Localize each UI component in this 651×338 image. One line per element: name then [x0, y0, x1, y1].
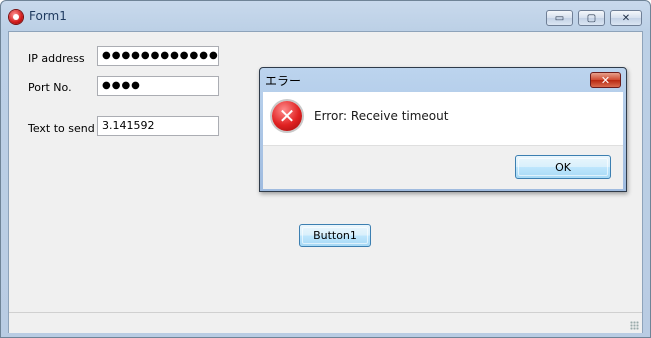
port-label: Port No.: [28, 81, 72, 94]
dialog-title: エラー: [265, 74, 302, 88]
maximize-icon: ▢: [586, 12, 597, 24]
text-to-send-field[interactable]: 3.141592: [97, 116, 219, 136]
error-icon: ✕: [272, 101, 302, 131]
dialog-footer: OK: [263, 145, 623, 189]
error-dialog: エラー ✕ ✕ Error: Receive timeout OK: [259, 67, 627, 192]
ip-address-label: IP address: [28, 52, 85, 65]
minimize-button[interactable]: ▭: [546, 10, 573, 26]
close-icon: ✕: [621, 12, 631, 24]
dialog-close-button[interactable]: ✕: [590, 72, 621, 88]
minimize-icon: ▭: [554, 12, 565, 24]
dialog-body: ✕ Error: Receive timeout: [263, 92, 623, 145]
port-field[interactable]: ●●●●: [97, 76, 219, 96]
ok-button[interactable]: OK: [515, 155, 611, 179]
maximize-button[interactable]: ▢: [578, 10, 605, 26]
close-icon: ✕: [600, 73, 611, 87]
title-bar[interactable]: Form1 ▭ ▢ ✕: [1, 1, 650, 31]
close-button[interactable]: ✕: [610, 10, 642, 26]
error-message: Error: Receive timeout: [314, 109, 449, 123]
ip-address-field[interactable]: ●●●●●●●●●●●●●●: [97, 46, 219, 66]
status-bar: [9, 312, 642, 333]
app-icon[interactable]: [9, 10, 23, 24]
button1[interactable]: Button1: [299, 224, 371, 247]
resize-grip-icon[interactable]: [630, 321, 639, 330]
window-title: Form1: [29, 9, 67, 23]
text-to-send-label: Text to send: [28, 122, 95, 135]
